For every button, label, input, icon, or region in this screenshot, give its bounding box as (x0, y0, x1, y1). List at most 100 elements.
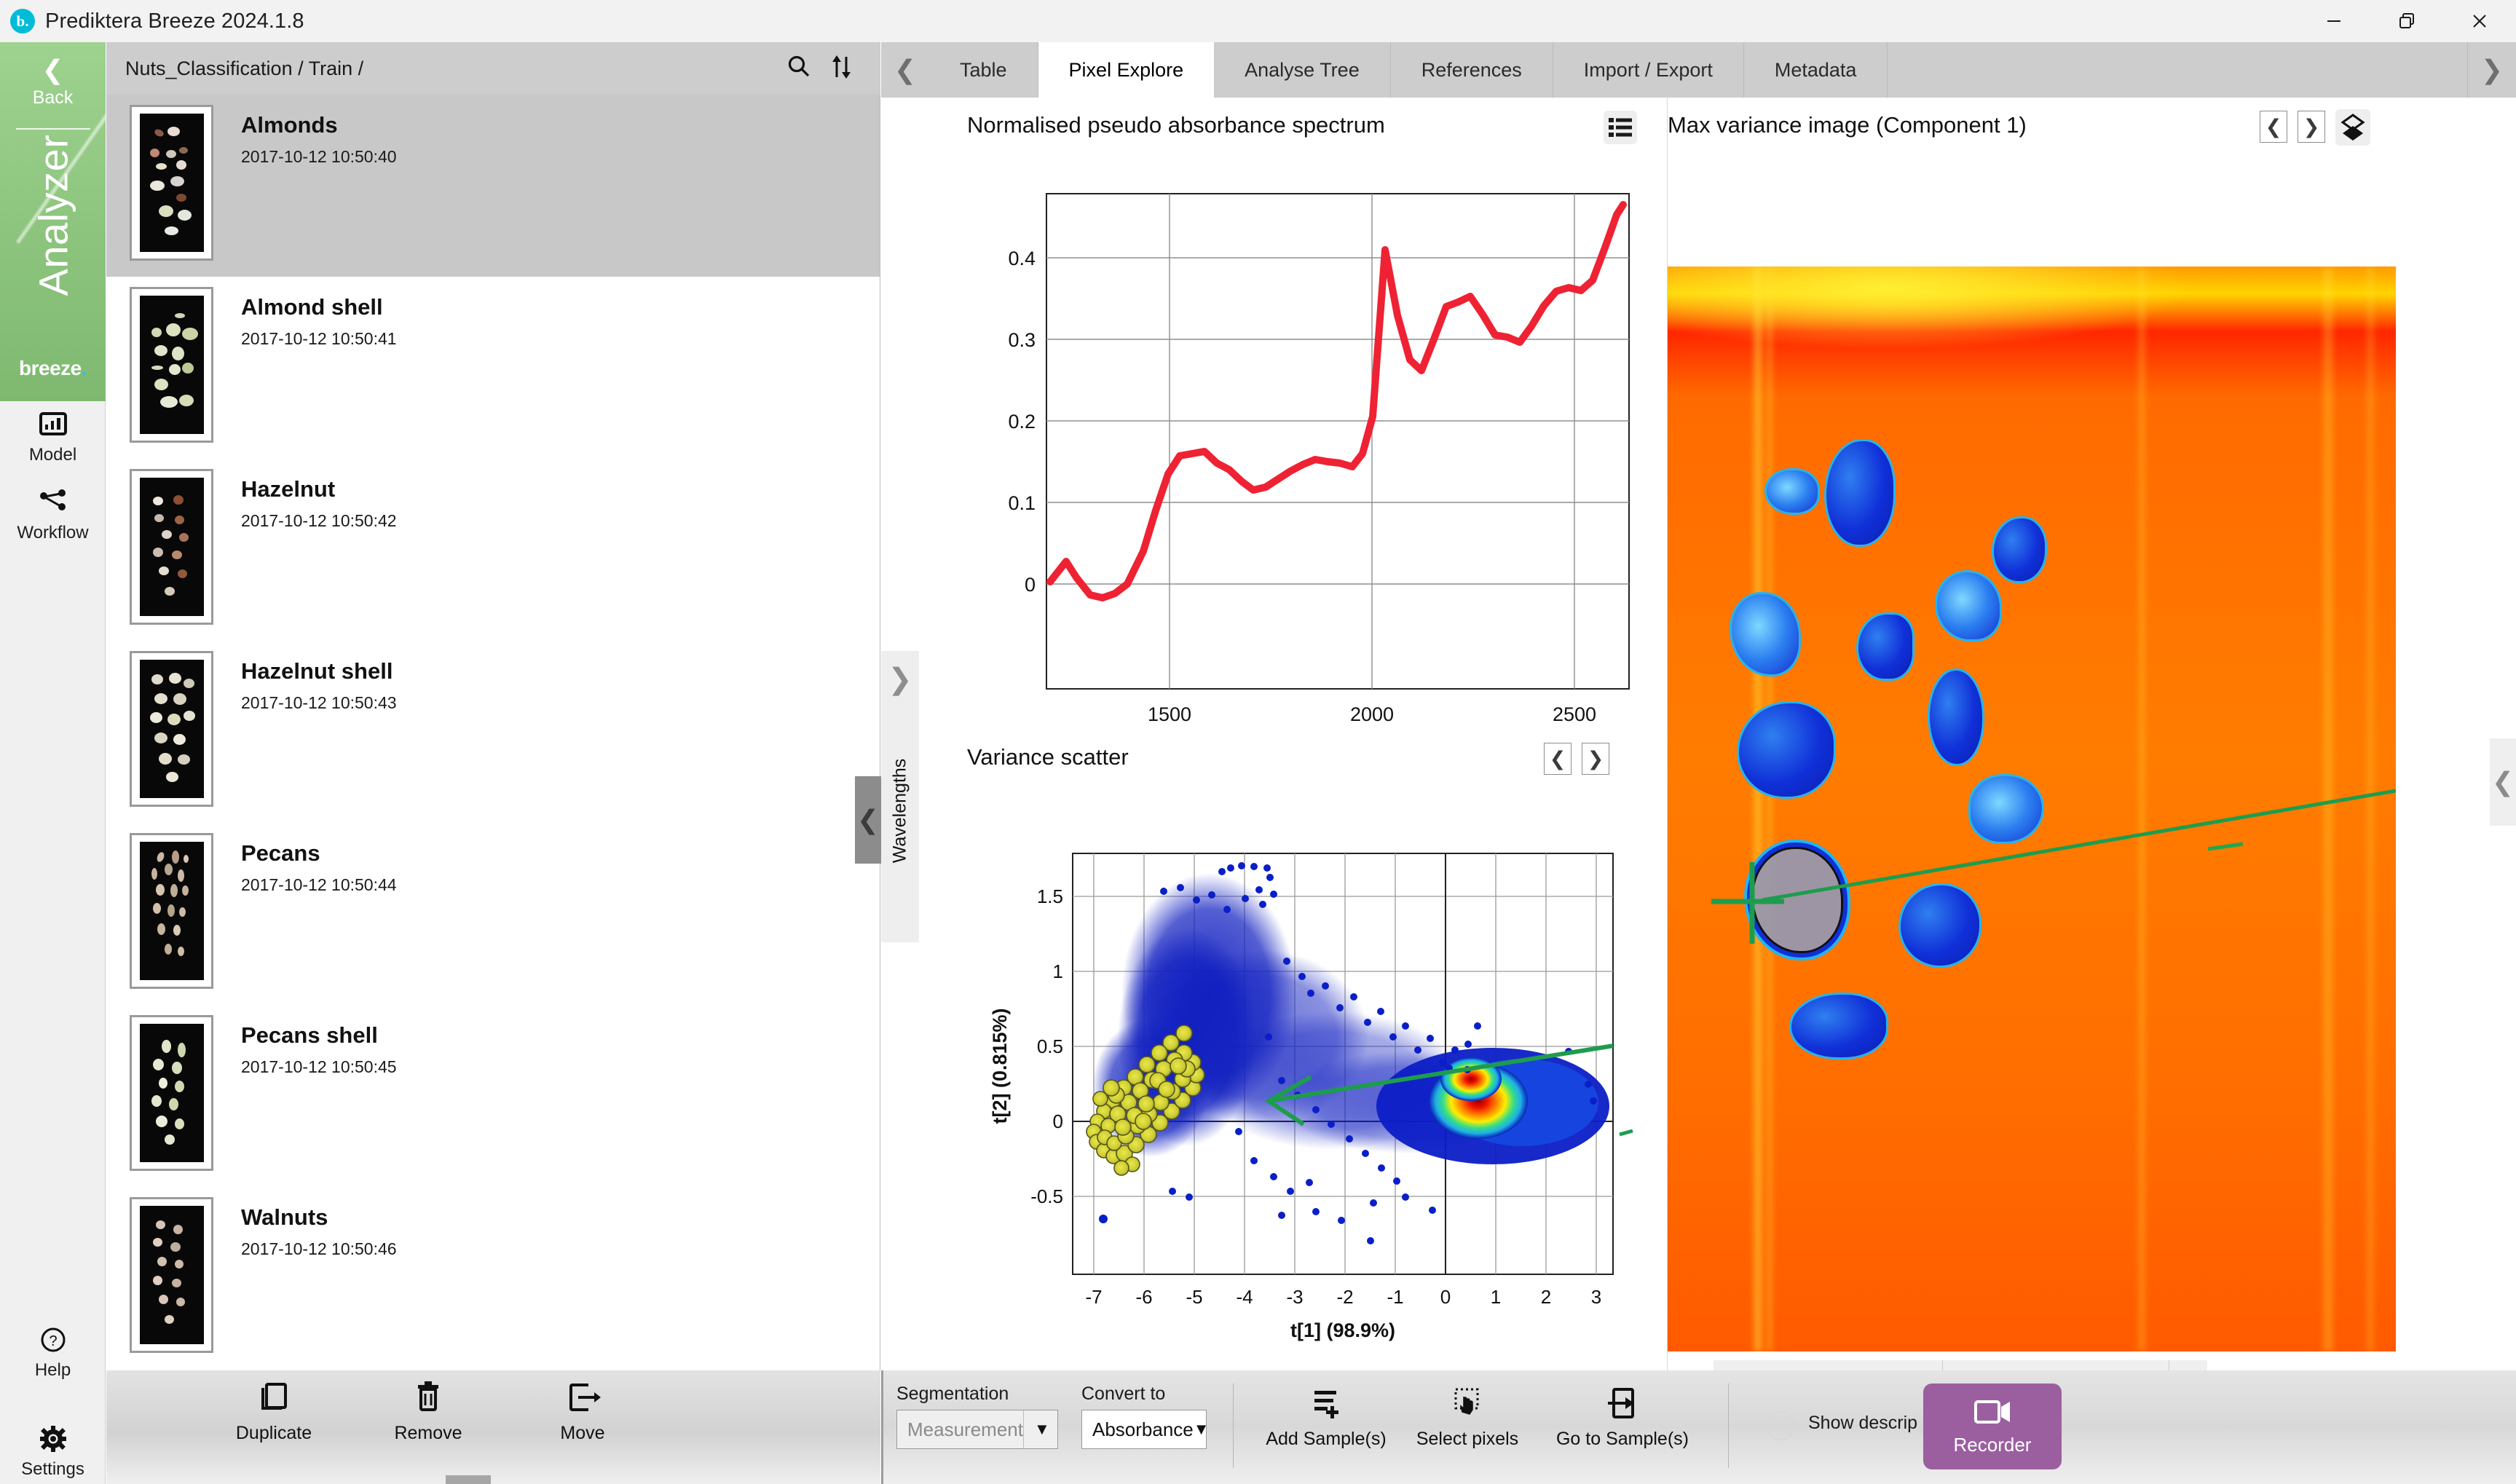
video-camera-icon (1971, 1397, 2014, 1431)
rail-item-help[interactable]: ? Help (0, 1325, 106, 1381)
tab-scroll-left-icon[interactable]: ❮ (881, 42, 929, 98)
sample-thumbnail (130, 469, 213, 625)
list-item[interactable]: Pecans 2017-10-12 10:50:44 (106, 823, 880, 1005)
svg-text:0: 0 (1025, 574, 1036, 596)
tab-analyse-tree[interactable]: Analyse Tree (1214, 42, 1391, 98)
sample-list[interactable]: Almonds 2017-10-12 10:50:40 Almond shell… (106, 95, 880, 1370)
show-description-radio[interactable] (1766, 1411, 1795, 1440)
svg-text:1500: 1500 (1148, 703, 1191, 725)
move-button[interactable]: Move (539, 1379, 626, 1444)
tab-pixel-explore[interactable]: Pixel Explore (1038, 42, 1215, 98)
sample-thumbnail (130, 287, 213, 443)
wavelengths-tab[interactable]: ❯ Wavelengths (881, 651, 919, 942)
bottom-toolbar: Segmentation Measurement ▼ Convert to Ab… (881, 1370, 2516, 1484)
list-item[interactable]: Walnuts 2017-10-12 10:50:46 (106, 1187, 880, 1369)
sample-date: 2017-10-12 10:50:46 (241, 1239, 397, 1258)
scatter-next-button[interactable]: ❯ (1582, 743, 1609, 775)
max-variance-image[interactable] (1668, 267, 2396, 1351)
rail-item-settings[interactable]: Settings (0, 1424, 106, 1480)
duplicate-button[interactable]: Duplicate (230, 1379, 318, 1444)
back-button-label[interactable]: Back (0, 87, 106, 108)
image-next-button[interactable]: ❯ (2298, 111, 2325, 143)
back-chevron-icon[interactable]: ❮ (0, 57, 106, 83)
left-rail: ❮ Back Analyzer breeze. Model Workflow ?… (0, 42, 106, 1484)
breeze-word-text: breeze (19, 357, 82, 379)
tab-references[interactable]: References (1391, 42, 1553, 98)
svg-text:1: 1 (1053, 960, 1063, 982)
tab-label: Metadata (1774, 58, 1857, 81)
recorder-button[interactable]: Recorder (1923, 1384, 2062, 1469)
go-to-samples-button[interactable]: Go to Sample(s) (1539, 1385, 1706, 1450)
sample-thumbnail (130, 833, 213, 989)
rail-item-workflow[interactable]: Workflow (0, 488, 106, 543)
layers-icon[interactable] (2335, 109, 2370, 146)
close-icon[interactable] (2443, 0, 2516, 42)
toolbar-label: Duplicate (235, 1423, 312, 1443)
sort-updown-icon[interactable] (827, 52, 856, 85)
sample-thumbnail (130, 651, 213, 807)
pointer-select-icon (1402, 1385, 1533, 1427)
charts-collapse-handle[interactable]: ❮ (855, 776, 881, 864)
search-icon[interactable] (784, 52, 813, 85)
tab-metadata[interactable]: Metadata (1744, 42, 1888, 98)
rail-item-label: Help (34, 1360, 71, 1380)
list-item[interactable]: Almond shell 2017-10-12 10:50:41 (106, 277, 880, 459)
sample-meta: Pecans shell 2017-10-12 10:50:45 (241, 1015, 397, 1077)
move-out-icon (539, 1379, 626, 1421)
chevron-right-icon[interactable]: ❯ (881, 663, 919, 696)
toolbar-divider-2 (1728, 1384, 1729, 1468)
sample-toolbar: Duplicate Remove Move (106, 1370, 880, 1484)
remove-button[interactable]: Remove (385, 1379, 472, 1444)
svg-text:0.3: 0.3 (1008, 329, 1036, 351)
spectrum-chart[interactable]: 0.4 0.3 0.2 0.1 0 1500 2000 2500 (969, 156, 1646, 738)
image-prev-button[interactable]: ❮ (2260, 111, 2287, 143)
svg-text:-7: -7 (1085, 1286, 1102, 1308)
convert-to-select[interactable]: Absorbance ▼ (1081, 1410, 1210, 1449)
rail-item-model[interactable]: Model (0, 410, 106, 465)
list-item[interactable]: Pecans shell 2017-10-12 10:50:45 (106, 1005, 880, 1187)
charts-panel: Normalised pseudo absorbance spectrum 0.… (855, 98, 1668, 1370)
breadcrumb-path[interactable]: Nuts_Classification / Train / (125, 58, 363, 80)
svg-text:-2: -2 (1336, 1286, 1353, 1308)
chevron-left-icon: ❮ (2491, 767, 2515, 797)
minimize-icon[interactable] (2298, 0, 2370, 42)
tab-label: Import / Export (1583, 58, 1713, 81)
svg-text:1.5: 1.5 (1037, 885, 1063, 907)
goto-sample-icon (1539, 1385, 1706, 1427)
breeze-wordmark: breeze. (0, 357, 106, 380)
svg-text:0.5: 0.5 (1037, 1035, 1063, 1057)
sample-name: Almond shell (241, 294, 383, 320)
image-panel: Max variance image (Component 1) ❮ ❯ ❮ (1668, 98, 2516, 1404)
list-item[interactable]: Hazelnut shell 2017-10-12 10:50:43 (106, 641, 880, 823)
sample-name: Almonds (241, 112, 338, 138)
list-item[interactable]: Almonds 2017-10-12 10:50:40 (106, 95, 880, 277)
sample-name: Hazelnut (241, 476, 336, 502)
tab-import-export[interactable]: Import / Export (1553, 42, 1744, 98)
restore-icon[interactable] (2370, 0, 2443, 42)
add-samples-button[interactable]: Add Sample(s) (1261, 1385, 1392, 1450)
chart-square-icon (0, 410, 106, 443)
toolbar-label: Go to Sample(s) (1555, 1429, 1689, 1449)
sample-date: 2017-10-12 10:50:41 (241, 329, 397, 348)
list-bullets-icon[interactable] (1604, 111, 1637, 144)
list-item[interactable]: Hazelnut 2017-10-12 10:50:42 (106, 459, 880, 641)
horizontal-scroll-nub[interactable] (446, 1475, 491, 1484)
question-circle-icon: ? (0, 1325, 106, 1359)
sample-name: Hazelnut shell (241, 658, 393, 684)
sample-date: 2017-10-12 10:50:42 (241, 511, 397, 530)
sample-meta: Hazelnut 2017-10-12 10:50:42 (241, 469, 397, 531)
svg-text:0.1: 0.1 (1008, 492, 1036, 514)
scatter-prev-button[interactable]: ❮ (1544, 743, 1571, 775)
select-pixels-button[interactable]: Select pixels (1402, 1385, 1533, 1450)
sample-meta: Almonds 2017-10-12 10:50:40 (241, 105, 397, 167)
segmentation-select[interactable]: Measurement ▼ (896, 1410, 1058, 1449)
tab-table[interactable]: Table (929, 42, 1038, 98)
variance-scatter-chart[interactable]: 1.5 1 0.5 0 -0.5 -7 -6 -5 -4 -3 -2 -1 0 1 2 3 (969, 775, 1646, 1357)
chevron-left-icon: ❮ (856, 805, 880, 834)
sample-date: 2017-10-12 10:50:40 (241, 147, 397, 166)
image-panel-collapse-handle[interactable]: ❮ (2490, 738, 2516, 826)
segmentation-value: Measurement (907, 1418, 1023, 1440)
tab-scroll-right-icon[interactable]: ❯ (2468, 42, 2516, 98)
svg-text:-5: -5 (1186, 1286, 1202, 1308)
sample-meta: Hazelnut shell 2017-10-12 10:50:43 (241, 651, 397, 713)
